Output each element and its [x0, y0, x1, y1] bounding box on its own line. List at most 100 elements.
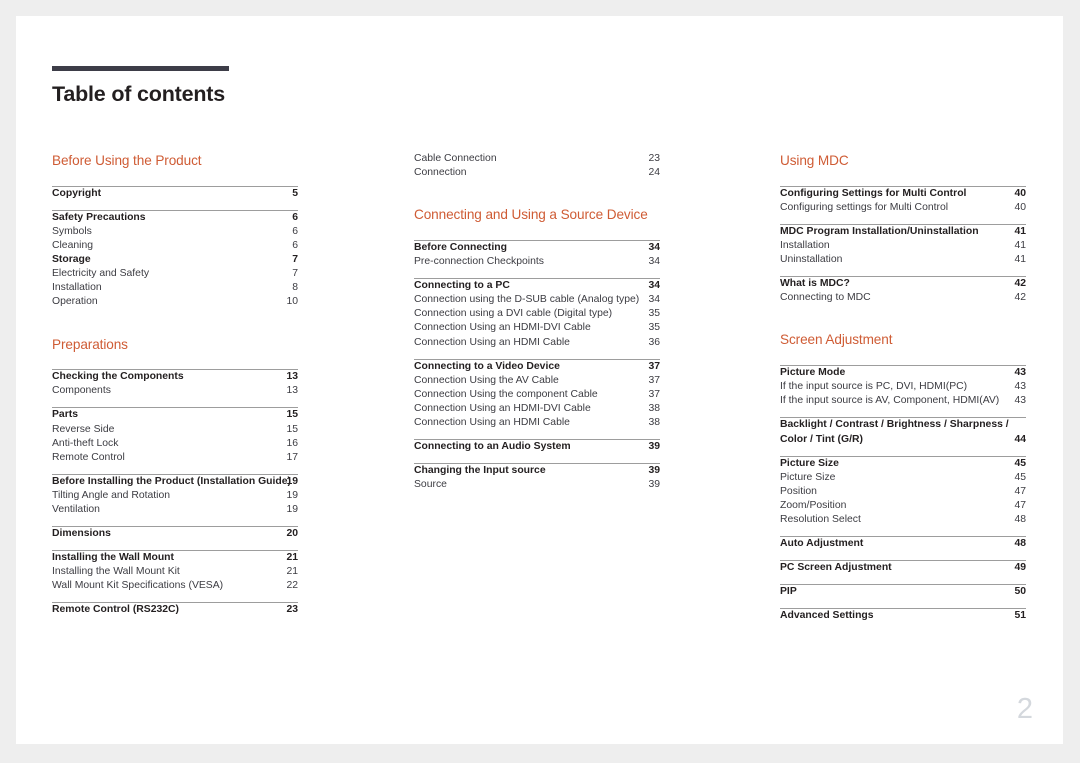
- toc-entry-label: Zoom/Position: [780, 499, 847, 511]
- toc-group: Backlight / Contrast / Brightness / Shar…: [780, 417, 1026, 446]
- toc-entry-auto-adjustment[interactable]: Auto Adjustment 48: [780, 537, 1026, 551]
- toc-entry-source[interactable]: Source 39: [414, 478, 660, 492]
- toc-entry-label: If the input source is AV, Component, HD…: [780, 395, 1000, 407]
- toc-entry-page-number: 41: [1014, 240, 1026, 252]
- toc-entry-mdc-program-installation-uninstallation[interactable]: MDC Program Installation/Uninstallation 4…: [780, 225, 1026, 239]
- toc-entry-label: Connection Using an HDMI Cable: [414, 416, 570, 428]
- toc-entry-uninstallation[interactable]: Uninstallation 41: [780, 253, 1026, 267]
- toc-entry-page-number: 38: [648, 402, 660, 414]
- toc-entry-connection-using-a-dvi-cable-digital-type[interactable]: Connection using a DVI cable (Digital ty…: [414, 307, 660, 321]
- toc-entry-changing-the-input-source[interactable]: Changing the Input source 39: [414, 464, 660, 478]
- toc-entry-label: Components: [52, 385, 111, 397]
- toc-group: Installing the Wall Mount 21 Installing th…: [52, 550, 298, 593]
- toc-entry-label: Checking the Components: [52, 371, 184, 383]
- toc-entry-electricity-and-safety[interactable]: Electricity and Safety 7: [52, 267, 298, 281]
- toc-entry-copyright[interactable]: Copyright 5: [52, 187, 298, 201]
- toc-entry-installation[interactable]: Installation 41: [780, 239, 1026, 253]
- toc-entry-tilting-angle-and-rotation[interactable]: Tilting Angle and Rotation 19: [52, 489, 298, 503]
- toc-entry-parts[interactable]: Parts 15: [52, 408, 298, 422]
- toc-entry-pc-screen-adjustment[interactable]: PC Screen Adjustment 49: [780, 561, 1026, 575]
- toc-entry-anti-theft-lock[interactable]: Anti-theft Lock 16: [52, 437, 298, 451]
- toc-entry-label: Anti-theft Lock: [52, 437, 119, 449]
- toc-entry-zoom-position[interactable]: Zoom/Position 47: [780, 499, 1026, 513]
- toc-entry-connecting-to-a-video-device[interactable]: Connecting to a Video Device 37: [414, 360, 660, 374]
- toc-entry-label: Remote Control: [52, 451, 125, 463]
- toc-entry-label: If the input source is PC, DVI, HDMI(PC): [780, 381, 968, 393]
- toc-entry-resolution-select[interactable]: Resolution Select 48: [780, 513, 1026, 527]
- toc-entry-remote-control[interactable]: Remote Control 17: [52, 451, 298, 465]
- toc-entry-label: Connection Using an HDMI-DVI Cable: [414, 402, 591, 414]
- toc-entry-connecting-to-mdc[interactable]: Connecting to MDC 42: [780, 291, 1026, 305]
- toc-entry-connection-using-the-av-cable[interactable]: Connection Using the AV Cable 37: [414, 374, 660, 388]
- toc-entry-pip[interactable]: PIP 50: [780, 585, 1026, 599]
- toc-entry-pre-connection-checkpoints[interactable]: Pre-connection Checkpoints 34: [414, 255, 660, 269]
- toc-section-title-connecting-and-using-a-source-device: Connecting and Using a Source Device: [414, 207, 648, 223]
- toc-entry-page-number: 41: [1014, 225, 1026, 237]
- toc-entry-ventilation[interactable]: Ventilation 19: [52, 503, 298, 517]
- toc-entry-if-the-input-source-is-av-component-hdmi-av[interactable]: If the input source is AV, Component, HD…: [780, 394, 1026, 408]
- toc-entry-operation[interactable]: Operation 10: [52, 295, 298, 309]
- toc-entry-storage[interactable]: Storage 7: [52, 253, 298, 267]
- toc-entry-page-number: 23: [286, 604, 298, 616]
- toc-entry-remote-control-rs232c[interactable]: Remote Control (RS232C) 23: [52, 603, 298, 617]
- toc-entry-installation[interactable]: Installation 8: [52, 281, 298, 295]
- toc-entry-cleaning[interactable]: Cleaning 6: [52, 239, 298, 253]
- toc-section-title-screen-adjustment: Screen Adjustment: [780, 332, 893, 348]
- toc-entry-label: Before Installing the Product (Installat…: [52, 475, 291, 487]
- toc-entry-label: Copyright: [52, 187, 102, 199]
- toc-entry-page-number: 49: [1014, 562, 1026, 574]
- toc-entry-picture-mode[interactable]: Picture Mode 43: [780, 366, 1026, 380]
- toc-entry-components[interactable]: Components 13: [52, 384, 298, 398]
- toc-entry-label: Installing the Wall Mount: [52, 552, 174, 564]
- toc-entry-position[interactable]: Position 47: [780, 485, 1026, 499]
- toc-section-title-before-using-the-product: Before Using the Product: [52, 153, 202, 168]
- toc-entry-dimensions[interactable]: Dimensions 20: [52, 527, 298, 541]
- toc-entry-connection-using-the-component-cable[interactable]: Connection Using the component Cable 37: [414, 388, 660, 402]
- toc-entry-page-number: 39: [648, 465, 660, 477]
- toc-entry-connecting-to-a-pc[interactable]: Connecting to a PC 34: [414, 279, 660, 293]
- toc-entry-connection-using-an-hdmi-dvi-cable[interactable]: Connection Using an HDMI-DVI Cable 38: [414, 402, 660, 416]
- toc-entry-label: Picture Size: [780, 457, 839, 469]
- toc-entry-label: Installation: [52, 282, 102, 294]
- toc-entry-backlight-contrast-brightness-sharpness-color-ti[interactable]: Backlight / Contrast / Brightness / Shar…: [780, 418, 1026, 446]
- toc-entry-cable-connection[interactable]: Cable Connection 23: [414, 152, 660, 166]
- toc-group: Picture Size 45 Picture Size 45 Position 47 Zo…: [780, 455, 1026, 527]
- toc-entry-configuring-settings-for-multi-control[interactable]: Configuring Settings for Multi Control 40: [780, 187, 1026, 201]
- toc-entry-symbols[interactable]: Symbols 6: [52, 225, 298, 239]
- toc-entry-safety-precautions[interactable]: Safety Precautions 6: [52, 211, 298, 225]
- toc-entry-connection-using-the-d-sub-cable-analog-type[interactable]: Connection using the D-SUB cable (Analog…: [414, 293, 660, 307]
- toc-entry-picture-size[interactable]: Picture Size 45: [780, 471, 1026, 485]
- toc-entry-wall-mount-kit-specifications-vesa[interactable]: Wall Mount Kit Specifications (VESA) 22: [52, 579, 298, 593]
- toc-entry-connection-using-an-hdmi-cable[interactable]: Connection Using an HDMI Cable 38: [414, 416, 660, 430]
- toc-entry-what-is-mdc[interactable]: What is MDC? 42: [780, 277, 1026, 291]
- toc-entry-label: MDC Program Installation/Uninstallation: [780, 225, 979, 237]
- toc-entry-connecting-to-an-audio-system[interactable]: Connecting to an Audio System 39: [414, 440, 660, 454]
- toc-entry-installing-the-wall-mount-kit[interactable]: Installing the Wall Mount Kit 21: [52, 565, 298, 579]
- toc-entry-page-number: 6: [292, 240, 298, 252]
- toc-entry-connection-using-an-hdmi-dvi-cable[interactable]: Connection Using an HDMI-DVI Cable 35: [414, 321, 660, 335]
- toc-entry-before-installing-the-product-installation-guide[interactable]: Before Installing the Product (Installat…: [52, 475, 298, 489]
- toc-entry-if-the-input-source-is-pc-dvi-hdmi-pc[interactable]: If the input source is PC, DVI, HDMI(PC)…: [780, 380, 1026, 394]
- toc-entry-advanced-settings[interactable]: Advanced Settings 51: [780, 609, 1026, 623]
- toc-entry-label: Cable Connection: [414, 153, 497, 164]
- toc-entry-page-number: 13: [286, 371, 298, 383]
- toc-entry-label: Configuring settings for Multi Control: [780, 201, 949, 213]
- toc-entry-page-number: 23: [648, 153, 660, 164]
- toc-entry-before-connecting[interactable]: Before Connecting 34: [414, 241, 660, 255]
- toc-entry-picture-size[interactable]: Picture Size 45: [780, 457, 1026, 471]
- toc-entry-configuring-settings-for-multi-control[interactable]: Configuring settings for Multi Control 40: [780, 201, 1026, 215]
- toc-entry-label: Remote Control (RS232C): [52, 604, 180, 616]
- toc-entry-label: Connection Using the component Cable: [414, 388, 598, 400]
- toc-entry-installing-the-wall-mount[interactable]: Installing the Wall Mount 21: [52, 551, 298, 565]
- toc-entry-page-number: 45: [1014, 471, 1026, 483]
- toc-entry-checking-the-components[interactable]: Checking the Components 13: [52, 370, 298, 384]
- toc-columns: Before Using the Product Copyright 5 Safety…: [16, 16, 1063, 744]
- toc-entry-reverse-side[interactable]: Reverse Side 15: [52, 423, 298, 437]
- toc-entry-connection-using-an-hdmi-cable[interactable]: Connection Using an HDMI Cable 36: [414, 336, 660, 350]
- toc-entry-connection[interactable]: Connection 24: [414, 166, 660, 180]
